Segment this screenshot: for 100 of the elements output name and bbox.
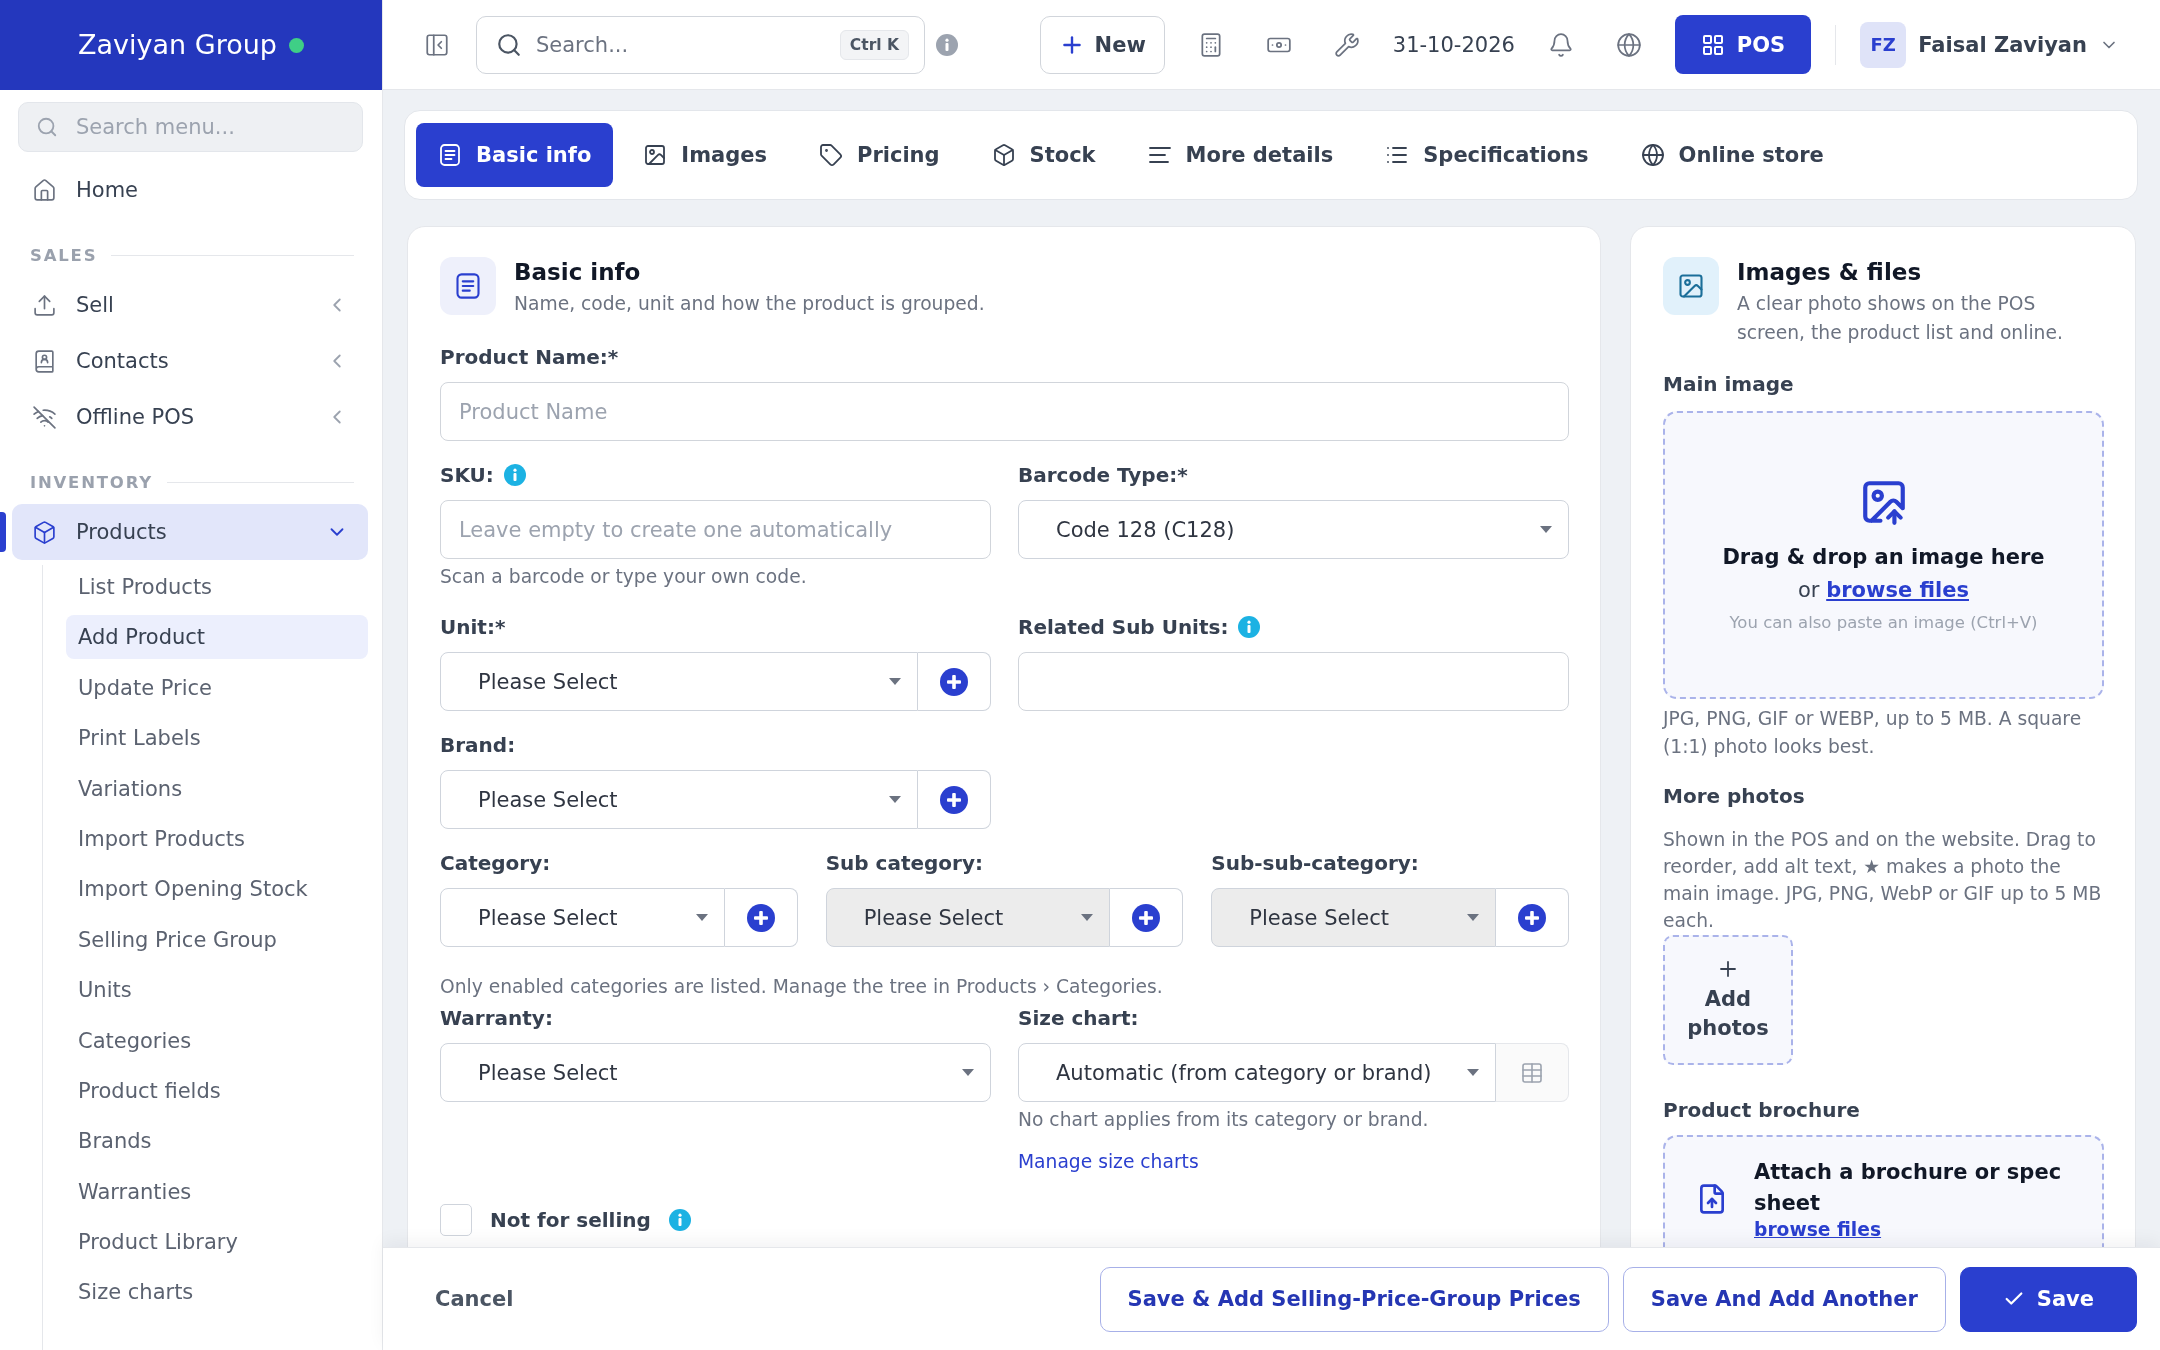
field-label: Related Sub Units: (1018, 614, 1229, 640)
brand-select[interactable]: Please Select (440, 770, 918, 829)
checkbox-label: Not for selling (490, 1207, 651, 1233)
caret-icon (1081, 914, 1094, 921)
caret-icon (1467, 1069, 1479, 1076)
manage-size-charts-link[interactable]: Manage size charts (1018, 1150, 1199, 1174)
browse-files-link[interactable]: browse files (1754, 1219, 1882, 1240)
brochure-drop-zone[interactable]: Attach a brochure or spec sheet browse files (1663, 1135, 2104, 1247)
field-label: Unit:* (440, 614, 506, 640)
nav-subitem[interactable]: Update Price (66, 665, 368, 710)
tag-icon (819, 143, 843, 167)
pos-button[interactable]: POS (1674, 15, 1812, 74)
field-label: Warranty: (440, 1005, 553, 1031)
save-button[interactable]: Save (1959, 1266, 2137, 1332)
cancel-button[interactable]: Cancel (435, 1287, 514, 1311)
info-icon (936, 33, 958, 56)
box-icon (991, 143, 1016, 167)
tab[interactable]: Stock (969, 123, 1118, 187)
user-avatar: FZ (1860, 21, 1907, 68)
card-subtitle: A clear photo shows on the POS screen, the product list and online. (1737, 292, 2064, 345)
card-title: Basic info (514, 258, 642, 287)
tab[interactable]: Online store (1618, 123, 1846, 187)
caret-icon (889, 678, 901, 685)
warranty-select[interactable]: Please Select (440, 1043, 991, 1102)
image-icon (1663, 257, 1719, 315)
nav-subitem[interactable]: Categories (66, 1018, 368, 1063)
nav-subitem[interactable]: Product fields (66, 1068, 368, 1113)
image-drop-zone[interactable]: Drag & drop an image here or browse files You can also paste an image (Ctrl+V) (1663, 411, 2104, 699)
nav-item[interactable]: Contacts (12, 333, 368, 389)
nav-subitem[interactable]: Variations (66, 766, 368, 811)
new-button[interactable]: New (1039, 15, 1165, 74)
sku-input[interactable]: Leave empty to create one automatically (440, 500, 991, 559)
add-photos-button[interactable]: Add photos (1663, 935, 1793, 1065)
user-menu-button[interactable]: FZ Faisal Zaviyan (1860, 21, 2119, 68)
nav-subitem[interactable]: Size charts (66, 1270, 368, 1315)
nav-subitem[interactable]: Import Products (66, 816, 368, 861)
date-text: 31-10-2026 (1392, 32, 1515, 57)
nav-subitem[interactable]: Brands (66, 1119, 368, 1164)
search-icon (496, 31, 522, 58)
field-label: Sub category: (825, 850, 983, 876)
nav-subitem[interactable]: Warranties (66, 1169, 368, 1214)
tab[interactable]: Images (621, 123, 789, 187)
add-button[interactable] (1496, 888, 1569, 947)
home-icon (32, 177, 57, 203)
not-for-selling-checkbox[interactable] (440, 1204, 472, 1236)
nav-subitem[interactable]: Import Opening Stock (66, 867, 368, 912)
table-icon (1520, 1060, 1544, 1085)
paste-hint: You can also paste an image (Ctrl+V) (1729, 611, 2038, 634)
add-button[interactable] (724, 888, 798, 947)
add-button[interactable] (1110, 888, 1184, 947)
nav-subitem[interactable]: Print Labels (66, 716, 368, 761)
sidebar-toggle-icon (424, 31, 450, 58)
tab[interactable]: More details (1125, 123, 1356, 187)
save-option-button[interactable]: Save & Add Selling-Price-Group Prices (1099, 1266, 1609, 1332)
field-hint: Scan a barcode or type your own code. (440, 565, 808, 589)
document-icon (440, 257, 496, 315)
drop-zone-title: Drag & drop an image here (1722, 543, 2045, 571)
add-button[interactable] (918, 770, 991, 829)
barcode-type-select[interactable]: Code 128 (C128) (1018, 500, 1569, 559)
nav-subitem[interactable]: Product Library (66, 1220, 368, 1265)
save-option-button[interactable]: Save And Add Another (1622, 1266, 1946, 1332)
card-subtitle: Name, code, unit and how the product is grouped. (514, 292, 985, 316)
section-label: Main image (1663, 371, 1795, 397)
tab[interactable]: Basic info (416, 123, 614, 187)
field-label: Sub-sub-category: (1211, 850, 1419, 876)
nav-subitem[interactable]: Units (66, 968, 368, 1013)
tab[interactable]: Specifications (1363, 123, 1611, 187)
nav-section-heading: INVENTORY (30, 472, 154, 492)
nav-subitem[interactable]: List Products (66, 565, 368, 609)
section-label: More photos (1663, 783, 1806, 809)
plus-circle-icon (746, 903, 775, 932)
nav-item[interactable]: Sell (12, 277, 368, 333)
plus-circle-icon (1518, 903, 1546, 932)
caret-icon (695, 914, 708, 921)
image-note: JPG, PNG, GIF or WEBP, up to 5 MB. A square (1:1) photo looks best. (1663, 707, 2083, 759)
brochure-title: Attach a brochure or spec sheet (1754, 1159, 2063, 1217)
image-icon (643, 143, 668, 167)
category-select[interactable]: Please Select (440, 888, 725, 947)
caret-icon (1540, 526, 1552, 533)
caret-icon (889, 796, 901, 803)
caret-icon (1467, 914, 1479, 921)
shortcut-hint: Ctrl K (839, 29, 909, 60)
product-name-input[interactable]: Product Name (440, 382, 1569, 441)
field-label: Category: (440, 850, 551, 876)
add-button[interactable] (918, 652, 991, 711)
nav-item[interactable]: Offline POS (12, 389, 368, 445)
nav-item[interactable]: Home (12, 162, 368, 218)
menu-search-field[interactable]: Search menu... (18, 102, 363, 152)
tab[interactable]: Pricing (797, 123, 962, 187)
browse-files-link[interactable]: browse files (1826, 577, 1969, 602)
field-hint: No chart applies from its category or brand. (1018, 1108, 1430, 1132)
nav-subitem[interactable]: Selling Price Group (66, 917, 368, 962)
wifi-off-icon (32, 404, 57, 430)
field-label: SKU: (440, 462, 494, 488)
contact-book-icon (32, 348, 57, 374)
related-sub-units-input[interactable] (1018, 652, 1569, 711)
unit-select[interactable]: Please Select (440, 652, 918, 711)
globe-icon (1640, 143, 1665, 167)
nav-subitem[interactable]: Add Product (66, 615, 368, 660)
size-chart-select[interactable]: Automatic (from category or brand) (1018, 1043, 1496, 1102)
